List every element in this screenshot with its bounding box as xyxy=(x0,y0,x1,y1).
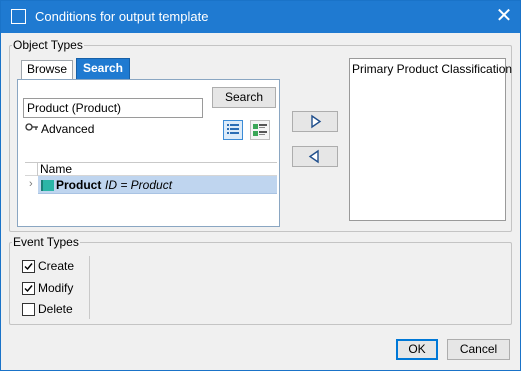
row-name: Product xyxy=(56,178,102,192)
object-types-label: Object Types xyxy=(12,38,84,52)
cancel-button[interactable]: Cancel xyxy=(447,339,510,360)
create-label[interactable]: Create xyxy=(38,260,74,273)
title-bar[interactable]: Conditions for output template ✕ xyxy=(1,1,520,33)
remove-button[interactable] xyxy=(292,146,338,167)
list-item[interactable]: Primary Product Classification xyxy=(352,62,512,76)
checkbox-box[interactable] xyxy=(22,282,35,295)
window-title: Conditions for output template xyxy=(35,9,209,24)
arrow-right-icon xyxy=(311,114,322,129)
checkbox-box[interactable] xyxy=(22,303,35,316)
results-header: Name xyxy=(25,162,277,176)
search-input[interactable]: Product (Product) xyxy=(23,98,203,118)
table-row[interactable]: › Product ID = Product xyxy=(25,176,277,194)
chevron-right-icon[interactable]: › xyxy=(29,178,33,191)
product-icon xyxy=(41,180,54,191)
event-types-group: Event Types xyxy=(9,235,512,325)
key-icon xyxy=(25,122,39,134)
checkbox-box[interactable] xyxy=(22,260,35,273)
event-types-label: Event Types xyxy=(12,235,80,249)
selected-types-list[interactable]: Primary Product Classification xyxy=(349,58,512,221)
tab-search[interactable]: Search xyxy=(76,58,130,79)
tab-browse[interactable]: Browse xyxy=(21,60,73,79)
divider xyxy=(89,256,90,319)
arrow-left-icon xyxy=(308,149,319,164)
dialog-window: Conditions for output template ✕ Object … xyxy=(0,0,521,371)
detail-view-icon[interactable] xyxy=(250,120,270,140)
list-view-icon[interactable] xyxy=(223,120,243,140)
column-header-name[interactable]: Name xyxy=(40,163,72,176)
ok-button[interactable]: OK xyxy=(396,339,438,360)
row-id: ID = Product xyxy=(105,178,173,192)
modify-label[interactable]: Modify xyxy=(38,282,73,295)
search-button[interactable]: Search xyxy=(212,87,276,108)
column-separator xyxy=(37,163,38,176)
delete-label[interactable]: Delete xyxy=(38,303,73,316)
create-checkbox[interactable]: Create xyxy=(22,260,82,274)
delete-checkbox[interactable]: Delete xyxy=(22,303,82,317)
add-button[interactable] xyxy=(292,111,338,132)
advanced-link[interactable]: Advanced xyxy=(41,122,94,136)
modify-checkbox[interactable]: Modify xyxy=(22,282,82,296)
window-icon xyxy=(11,9,26,24)
close-button[interactable]: ✕ xyxy=(489,3,519,31)
